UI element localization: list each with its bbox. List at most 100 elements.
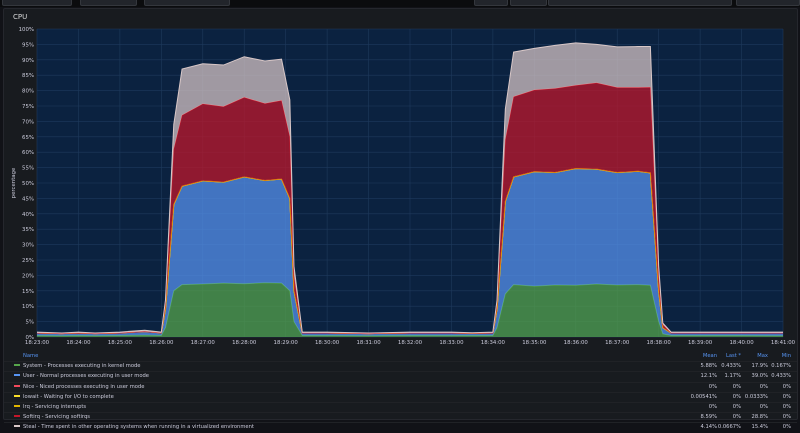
x-tick-label: 18:36:00 (564, 340, 589, 346)
x-tick-label: 18:27:00 (191, 340, 216, 346)
x-tick-label: 18:32:00 (398, 340, 423, 346)
x-tick-label: 18:41:00 (771, 340, 796, 346)
toolbar-button[interactable] (80, 0, 137, 6)
series-min: 0.167% (771, 363, 791, 370)
y-tick-label: 40% (22, 212, 34, 218)
series-label: Steal - Time spent in other operating sy… (23, 424, 254, 431)
series-mean: 4.14% (700, 424, 717, 431)
x-tick-label: 18:37:00 (605, 340, 630, 346)
y-tick-label: 70% (22, 119, 34, 125)
legend-row[interactable]: User - Normal processes executing in use… (4, 371, 797, 381)
series-mean: 5.88% (700, 363, 717, 370)
series-max: 15.4% (751, 424, 768, 431)
legend-series-name[interactable]: Irq - Servicing interrupts (14, 403, 86, 412)
y-tick-label: 20% (22, 273, 34, 279)
x-tick-label: 18:29:00 (274, 340, 299, 346)
y-tick-label: 65% (22, 135, 34, 141)
refresh-button[interactable] (736, 0, 800, 6)
x-tick-label: 18:39:00 (688, 340, 713, 346)
series-label: User - Normal processes executing in use… (23, 373, 149, 380)
x-tick-label: 18:33:00 (439, 340, 464, 346)
legend-header-max[interactable]: Max (757, 352, 768, 361)
legend-series-name[interactable]: Nice - Niced processes executing in user… (14, 383, 144, 392)
y-tick-label: 15% (22, 289, 34, 295)
toolbar-button[interactable] (510, 0, 547, 6)
x-tick-label: 18:24:00 (66, 340, 91, 346)
series-min: 0% (782, 424, 791, 431)
series-color-swatch (14, 404, 20, 407)
series-label: Irq - Servicing interrupts (23, 403, 87, 410)
series-min: 0.433% (771, 373, 791, 380)
x-tick-label: 18:30:00 (315, 340, 340, 346)
series-color-swatch (14, 425, 20, 428)
y-tick-label: 35% (22, 227, 34, 233)
legend-row[interactable]: Iowait - Waiting for I/O to complete 0.00… (4, 391, 797, 402)
series-last: 0% (732, 383, 741, 390)
toolbar-button[interactable] (144, 0, 230, 6)
toolbar-button[interactable] (2, 0, 72, 6)
toolbar-button[interactable] (474, 0, 508, 6)
legend-table: Name Mean Last * Max Min System - Proces… (4, 352, 797, 433)
series-min: 0% (782, 414, 791, 421)
y-tick-label: 80% (22, 89, 34, 95)
legend-header: Name Mean Last * Max Min (4, 352, 797, 361)
series-last: 0% (732, 414, 741, 421)
legend-header-last[interactable]: Last * (726, 352, 741, 361)
legend-header-mean[interactable]: Mean (703, 352, 717, 361)
legend-row[interactable]: Irq - Servicing interrupts 0% 0% 0% 0% (4, 401, 797, 412)
cpu-chart[interactable]: 0%5%10%15%20%25%30%35%40%45%50%55%60%65%… (4, 9, 797, 352)
y-tick-label: 10% (22, 304, 34, 310)
series-max: 0% (759, 403, 768, 410)
cpu-panel: CPU 0% 5% 10% 15% 20% 25% 30% 35% 40% 45% 50% 55% 60… (3, 8, 798, 430)
y-tick-label: 5% (25, 320, 34, 326)
x-tick-label: 18:23:00 (25, 340, 50, 346)
top-toolbar (0, 0, 800, 7)
series-min: 0% (782, 393, 791, 400)
legend-row[interactable]: Steal - Time spent in other operating sy… (4, 422, 797, 432)
y-tick-label: 60% (22, 150, 34, 156)
series-last: 0% (732, 393, 741, 400)
y-tick-label: 90% (22, 58, 34, 64)
x-tick-label: 18:40:00 (729, 340, 754, 346)
series-min: 0% (782, 383, 791, 390)
series-mean: 0.00541% (690, 393, 717, 400)
y-tick-label: 85% (22, 73, 34, 79)
legend-header-name[interactable]: Name (23, 352, 38, 361)
x-tick-label: 18:26:00 (149, 340, 174, 346)
x-tick-label: 18:35:00 (522, 340, 547, 346)
legend-series-name[interactable]: System - Processes executing in kernel m… (14, 362, 141, 371)
y-tick-label: 55% (22, 166, 34, 172)
y-tick-label: 25% (22, 258, 34, 264)
series-label: System - Processes executing in kernel m… (23, 363, 141, 370)
series-color-swatch (14, 394, 20, 397)
series-mean: 0% (708, 383, 717, 390)
series-min: 0% (782, 403, 791, 410)
x-tick-label: 18:38:00 (647, 340, 672, 346)
legend-row[interactable]: System - Processes executing in kernel m… (4, 361, 797, 371)
legend-series-name[interactable]: Steal - Time spent in other operating sy… (14, 423, 254, 432)
y-axis-label: percentage (11, 167, 17, 198)
series-mean: 8.59% (700, 414, 717, 421)
series-color-swatch (14, 374, 20, 377)
legend-series-name[interactable]: Softirq - Servicing softirqs (14, 413, 90, 422)
y-tick-label: 75% (22, 104, 34, 110)
legend-series-name[interactable]: Iowait - Waiting for I/O to complete (14, 393, 114, 402)
series-label: Nice - Niced processes executing in user… (23, 383, 145, 390)
series-max: 39.0% (751, 373, 768, 380)
series-last: 1.17% (724, 373, 741, 380)
series-last: 0% (732, 403, 741, 410)
legend-header-min[interactable]: Min (782, 352, 791, 361)
legend-row[interactable]: Softirq - Servicing softirqs 8.59% 0% 28.8%… (4, 412, 797, 422)
x-tick-label: 18:31:00 (356, 340, 381, 346)
y-tick-label: 100% (19, 27, 34, 33)
series-max: 0% (759, 383, 768, 390)
series-label: Iowait - Waiting for I/O to complete (23, 393, 114, 400)
series-last: 0.433% (721, 363, 741, 370)
time-range-picker[interactable] (548, 0, 732, 6)
x-tick-label: 18:28:00 (232, 340, 257, 346)
legend-series-name[interactable]: User - Normal processes executing in use… (14, 372, 149, 381)
series-max: 17.9% (751, 363, 768, 370)
y-tick-label: 30% (22, 243, 34, 249)
series-max: 28.8% (751, 414, 768, 421)
legend-row[interactable]: Nice - Niced processes executing in user… (4, 381, 797, 392)
